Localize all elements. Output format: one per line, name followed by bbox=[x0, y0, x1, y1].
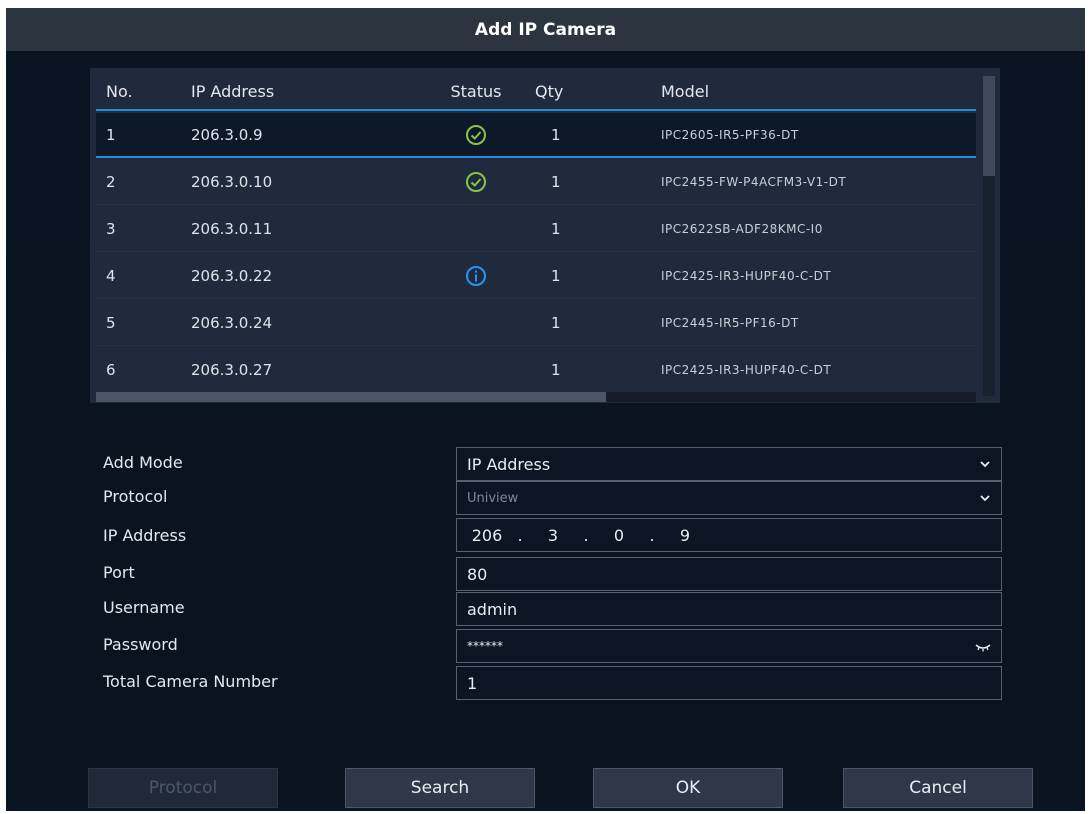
col-header-no[interactable]: No. bbox=[96, 82, 191, 101]
ip-address-label: IP Address bbox=[103, 525, 187, 545]
username-value: admin bbox=[467, 599, 518, 619]
total-camera-number-label: Total Camera Number bbox=[103, 671, 278, 691]
chevron-down-icon bbox=[980, 495, 990, 502]
add-mode-select[interactable]: IP Address bbox=[456, 447, 1002, 481]
search-button[interactable]: Search bbox=[345, 768, 535, 808]
vertical-scrollbar[interactable] bbox=[983, 76, 995, 396]
username-input[interactable]: admin bbox=[456, 592, 1002, 626]
table-row[interactable]: 6 206.3.0.27 1 IPC2425-IR3-HUPF40-C-DT bbox=[96, 348, 976, 393]
add-mode-label: Add Mode bbox=[103, 452, 183, 472]
cell-model: IPC2455-FW-P4ACFM3-V1-DT bbox=[661, 175, 847, 189]
table-row[interactable]: 5 206.3.0.24 1 IPC2445-IR5-PF16-DT bbox=[96, 301, 976, 346]
col-header-qty[interactable]: Qty bbox=[531, 82, 651, 101]
cell-no: 4 bbox=[106, 267, 116, 285]
ip-octet-4[interactable]: 9 bbox=[665, 526, 705, 545]
cell-status bbox=[421, 124, 531, 146]
add-mode-value: IP Address bbox=[467, 454, 551, 474]
cell-model: IPC2425-IR3-HUPF40-C-DT bbox=[661, 363, 832, 377]
table-header: No. IP Address Status Qty Model bbox=[96, 73, 976, 111]
col-header-ip[interactable]: IP Address bbox=[191, 82, 421, 101]
cell-no: 2 bbox=[106, 173, 116, 191]
total-camera-number-input[interactable]: 1 bbox=[456, 666, 1002, 700]
cell-status bbox=[421, 171, 531, 193]
dialog-title: Add IP Camera bbox=[474, 19, 617, 40]
total-camera-number-value: 1 bbox=[467, 673, 478, 693]
cell-status bbox=[421, 265, 531, 287]
port-label: Port bbox=[103, 562, 135, 582]
table-row[interactable]: 2 206.3.0.10 1 IPC2455-FW-P4ACFM3-V1-DT bbox=[96, 160, 976, 205]
protocol-button[interactable]: Protocol bbox=[88, 768, 278, 808]
ip-address-input[interactable]: 206 . 3 . 0 . 9 bbox=[456, 518, 1002, 552]
cell-ip: 206.3.0.10 bbox=[191, 173, 273, 191]
ip-octet-3[interactable]: 0 bbox=[599, 526, 639, 545]
ip-separator: . bbox=[583, 525, 589, 545]
cell-no: 5 bbox=[106, 314, 116, 332]
protocol-label: Protocol bbox=[103, 486, 168, 506]
username-label: Username bbox=[103, 597, 185, 617]
cell-no: 3 bbox=[106, 220, 116, 238]
cell-ip: 206.3.0.22 bbox=[191, 267, 273, 285]
table-row[interactable]: 3 206.3.0.11 1 IPC2622SB-ADF28KMC-I0 bbox=[96, 207, 976, 252]
ip-octets: 206 . 3 . 0 . 9 bbox=[467, 526, 705, 545]
table-row[interactable]: 4 206.3.0.22 1 IPC2425-IR3-HUPF40-C-DT bbox=[96, 254, 976, 299]
port-value: 80 bbox=[467, 564, 488, 584]
cell-model: IPC2425-IR3-HUPF40-C-DT bbox=[661, 269, 832, 283]
cell-qty: 1 bbox=[551, 267, 561, 285]
cell-qty: 1 bbox=[551, 125, 561, 144]
cell-model: IPC2622SB-ADF28KMC-I0 bbox=[661, 222, 823, 236]
device-table: No. IP Address Status Qty Model 1 206.3.… bbox=[90, 68, 1000, 403]
cell-no: 1 bbox=[106, 125, 116, 144]
col-header-model[interactable]: Model bbox=[651, 82, 976, 101]
ip-octet-2[interactable]: 3 bbox=[533, 526, 573, 545]
cell-ip: 206.3.0.11 bbox=[191, 220, 273, 238]
port-input[interactable]: 80 bbox=[456, 557, 1002, 591]
cell-qty: 1 bbox=[551, 173, 561, 191]
cell-model: IPC2445-IR5-PF16-DT bbox=[661, 316, 799, 330]
cell-qty: 1 bbox=[551, 314, 561, 332]
cancel-button[interactable]: Cancel bbox=[843, 768, 1033, 808]
cell-ip: 206.3.0.9 bbox=[191, 125, 263, 144]
ip-separator: . bbox=[649, 525, 655, 545]
horizontal-scroll-thumb[interactable] bbox=[96, 392, 606, 402]
table-row[interactable]: 1 206.3.0.9 1 IPC2605-IR5-PF36-DT bbox=[96, 113, 976, 158]
ok-button[interactable]: OK bbox=[593, 768, 783, 808]
col-header-status[interactable]: Status bbox=[421, 82, 531, 101]
protocol-select[interactable]: Uniview bbox=[456, 481, 1002, 515]
vertical-scroll-thumb[interactable] bbox=[983, 76, 995, 176]
eye-closed-icon[interactable] bbox=[975, 641, 991, 653]
cell-qty: 1 bbox=[551, 220, 561, 238]
cell-model: IPC2605-IR5-PF36-DT bbox=[661, 127, 799, 142]
cell-ip: 206.3.0.24 bbox=[191, 314, 273, 332]
title-bar: Add IP Camera bbox=[6, 8, 1085, 51]
horizontal-scrollbar[interactable] bbox=[96, 392, 976, 402]
password-input[interactable]: ****** bbox=[456, 629, 1002, 663]
password-value: ****** bbox=[467, 639, 503, 653]
check-circle-icon bbox=[466, 124, 486, 145]
ip-separator: . bbox=[517, 525, 523, 545]
protocol-value: Uniview bbox=[467, 490, 519, 506]
check-circle-icon bbox=[466, 172, 486, 192]
cell-no: 6 bbox=[106, 361, 116, 379]
cell-ip: 206.3.0.27 bbox=[191, 361, 273, 379]
chevron-down-icon bbox=[980, 461, 990, 468]
password-label: Password bbox=[103, 634, 178, 654]
info-circle-icon bbox=[466, 266, 486, 286]
cell-qty: 1 bbox=[551, 361, 561, 379]
ip-octet-1[interactable]: 206 bbox=[467, 526, 507, 545]
